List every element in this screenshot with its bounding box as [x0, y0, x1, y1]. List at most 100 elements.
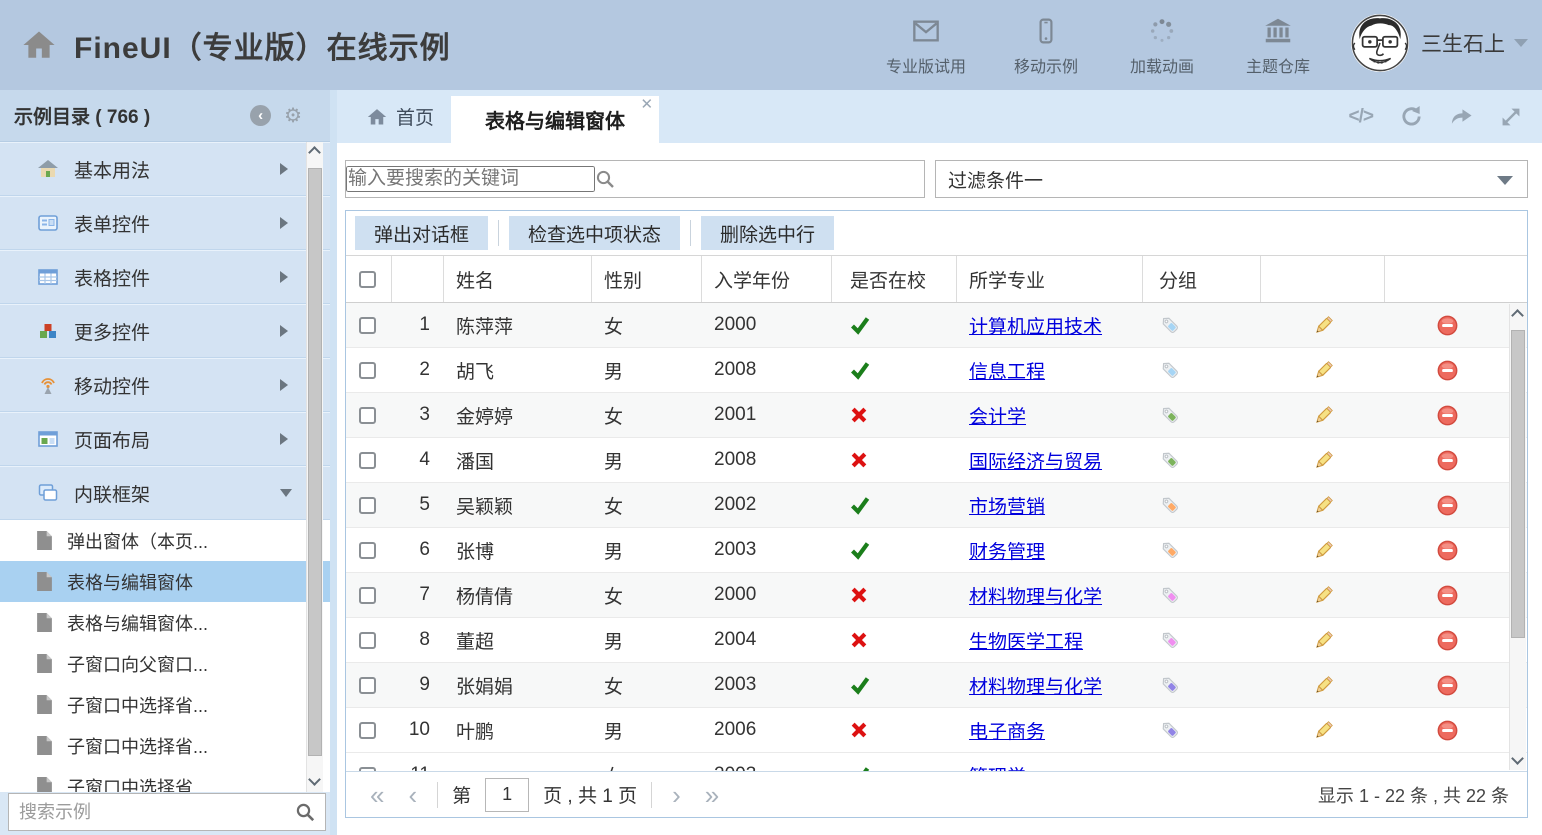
share-icon[interactable]	[1450, 105, 1473, 128]
sidebar-submenu-item[interactable]: 表格与编辑窗体...	[0, 602, 330, 643]
sidebar-submenu-item[interactable]: 子窗口中选择省	[0, 766, 330, 792]
tag-icon[interactable]	[1159, 674, 1182, 697]
delete-icon[interactable]	[1436, 719, 1459, 742]
gear-icon[interactable]: ⚙	[284, 106, 302, 126]
page-number-input[interactable]	[485, 778, 529, 812]
row-checkbox[interactable]	[359, 362, 376, 379]
col-name[interactable]: 姓名	[444, 256, 592, 302]
col-gender[interactable]: 性别	[592, 256, 702, 302]
last-page-icon[interactable]: »	[693, 782, 731, 808]
sidebar-menu-item[interactable]: 移动控件	[0, 358, 330, 412]
edit-icon[interactable]	[1312, 584, 1335, 607]
toolbar-button[interactable]: 弹出对话框	[355, 216, 488, 250]
major-link[interactable]: 会计学	[969, 402, 1026, 429]
col-enrolled[interactable]: 是否在校	[832, 256, 957, 302]
keyword-search-input[interactable]	[346, 166, 595, 192]
next-page-icon[interactable]: ›	[660, 782, 693, 808]
first-page-icon[interactable]: «	[358, 782, 396, 808]
major-link[interactable]: 材料物理与化学	[969, 582, 1102, 609]
row-checkbox[interactable]	[359, 542, 376, 559]
sidebar-scrollbar[interactable]	[306, 142, 323, 792]
prev-page-icon[interactable]: ‹	[396, 782, 429, 808]
scroll-down-icon[interactable]	[308, 773, 321, 786]
sidebar-menu-item[interactable]: 更多控件	[0, 304, 330, 358]
edit-icon[interactable]	[1312, 719, 1335, 742]
delete-icon[interactable]	[1436, 449, 1459, 472]
edit-icon[interactable]	[1312, 539, 1335, 562]
col-group[interactable]: 分组	[1143, 256, 1261, 302]
tab-active[interactable]: 表格与编辑窗体 ✕	[451, 96, 659, 143]
edit-icon[interactable]	[1312, 674, 1335, 697]
expand-icon[interactable]	[1500, 106, 1522, 128]
delete-icon[interactable]	[1436, 494, 1459, 517]
sidebar-menu-item[interactable]: 表单控件	[0, 196, 330, 250]
sidebar-submenu-item[interactable]: 表格与编辑窗体	[0, 561, 330, 602]
edit-icon[interactable]	[1312, 629, 1335, 652]
row-checkbox[interactable]	[359, 452, 376, 469]
sidebar-menu-item[interactable]: 基本用法	[0, 142, 330, 196]
tag-icon[interactable]	[1159, 629, 1182, 652]
refresh-icon[interactable]	[1400, 105, 1423, 128]
tag-icon[interactable]	[1159, 314, 1182, 337]
major-link[interactable]: 电子商务	[969, 717, 1045, 744]
collapse-sidebar-icon[interactable]: ‹	[250, 105, 271, 126]
tag-icon[interactable]	[1159, 719, 1182, 742]
scroll-up-icon[interactable]	[308, 146, 321, 159]
row-checkbox[interactable]	[359, 317, 376, 334]
code-icon[interactable]: </>	[1349, 106, 1373, 128]
toolbar-button[interactable]: 检查选中项状态	[509, 216, 680, 250]
close-icon[interactable]: ✕	[640, 97, 653, 112]
major-link[interactable]: 国际经济与贸易	[969, 447, 1102, 474]
tag-icon[interactable]	[1159, 584, 1182, 607]
tag-icon[interactable]	[1159, 404, 1182, 427]
sidebar-search-input[interactable]	[9, 802, 295, 823]
row-checkbox[interactable]	[359, 497, 376, 514]
table-scrollbar[interactable]	[1509, 304, 1526, 770]
row-checkbox[interactable]	[359, 632, 376, 649]
header-action[interactable]: 专业版试用	[886, 13, 966, 77]
edit-icon[interactable]	[1312, 359, 1335, 382]
sidebar-submenu-item[interactable]: 弹出窗体（本页...	[0, 520, 330, 561]
edit-icon[interactable]	[1312, 404, 1335, 427]
header-action[interactable]: 移动示例	[1010, 13, 1082, 77]
filter-dropdown[interactable]: 过滤条件一	[935, 160, 1528, 198]
header-action[interactable]: 主题仓库	[1242, 13, 1314, 77]
search-icon[interactable]	[595, 169, 615, 189]
sidebar-submenu-item[interactable]: 子窗口向父窗口...	[0, 643, 330, 684]
sidebar-menu-item[interactable]: 内联框架	[0, 466, 330, 520]
row-checkbox[interactable]	[359, 407, 376, 424]
toolbar-button[interactable]: 删除选中行	[701, 216, 834, 250]
major-link[interactable]: 计算机应用技术	[969, 312, 1102, 339]
scroll-up-icon[interactable]	[1511, 309, 1524, 322]
delete-icon[interactable]	[1436, 539, 1459, 562]
delete-icon[interactable]	[1436, 359, 1459, 382]
search-icon[interactable]	[295, 802, 315, 822]
edit-icon[interactable]	[1312, 449, 1335, 472]
scrollbar-thumb[interactable]	[1511, 330, 1525, 638]
major-link[interactable]: 管理学	[969, 762, 1026, 772]
scrollbar-thumb[interactable]	[308, 168, 322, 756]
sidebar-submenu-item[interactable]: 子窗口中选择省...	[0, 725, 330, 766]
major-link[interactable]: 信息工程	[969, 357, 1045, 384]
tag-icon[interactable]	[1159, 539, 1182, 562]
row-checkbox[interactable]	[359, 677, 376, 694]
delete-icon[interactable]	[1436, 404, 1459, 427]
major-link[interactable]: 生物医学工程	[969, 627, 1083, 654]
major-link[interactable]: 材料物理与化学	[969, 672, 1102, 699]
edit-icon[interactable]	[1312, 314, 1335, 337]
tag-icon[interactable]	[1159, 494, 1182, 517]
scroll-down-icon[interactable]	[1511, 752, 1524, 765]
row-checkbox[interactable]	[359, 722, 376, 739]
delete-icon[interactable]	[1436, 584, 1459, 607]
delete-icon[interactable]	[1436, 314, 1459, 337]
col-year[interactable]: 入学年份	[702, 256, 832, 302]
col-major[interactable]: 所学专业	[957, 256, 1143, 302]
sidebar-menu-item[interactable]: 页面布局	[0, 412, 330, 466]
user-menu[interactable]: 三生石上	[1351, 14, 1528, 72]
tab-home[interactable]: 首页	[350, 90, 451, 143]
major-link[interactable]: 市场营销	[969, 492, 1045, 519]
header-action[interactable]: 加载动画	[1126, 13, 1198, 77]
edit-icon[interactable]	[1312, 494, 1335, 517]
major-link[interactable]: 财务管理	[969, 537, 1045, 564]
tag-icon[interactable]	[1159, 359, 1182, 382]
